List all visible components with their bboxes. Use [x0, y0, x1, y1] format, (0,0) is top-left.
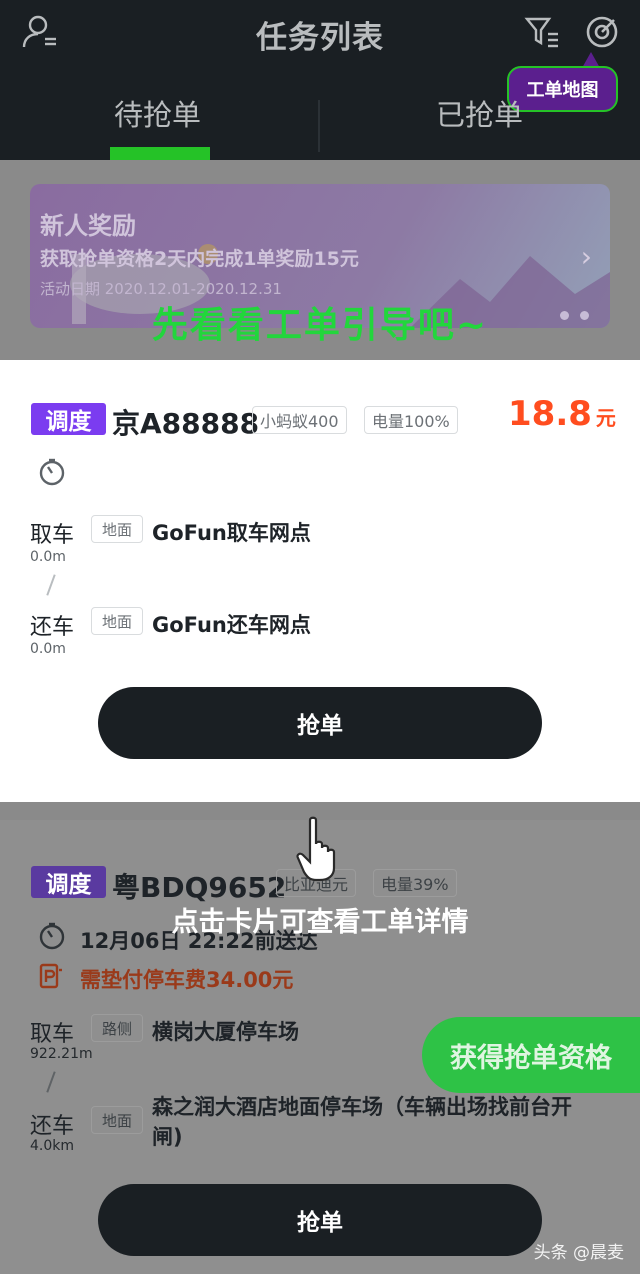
pickup-distance: 922.21m [30, 1046, 93, 1062]
banner-description: 获取抢单资格2天内完成1单奖励15元 [40, 248, 359, 270]
dispatch-tag: 调度 [31, 866, 106, 898]
return-location: 森之润大酒店地面停车场（车辆出场找前台开闸) [152, 1095, 572, 1149]
plate-number: 京A88888 [112, 407, 260, 440]
return-label: 还车 [30, 615, 75, 640]
route-connector [46, 574, 56, 596]
pickup-label: 取车 [30, 1022, 75, 1047]
banner-title: 新人奖励 [40, 212, 136, 240]
grab-order-button[interactable]: 抢单 [98, 687, 542, 759]
tab-divider [318, 100, 320, 152]
battery-chip: 电量39% [373, 869, 457, 897]
route-connector [46, 1071, 56, 1093]
parking-fee-icon [38, 962, 64, 994]
car-model-chip: 小蚂蚁400 [252, 406, 347, 434]
pickup-type-chip: 地面 [91, 515, 143, 543]
work-order-map-tooltip[interactable]: 工单地图 [507, 66, 618, 112]
pickup-label: 取车 [30, 523, 75, 548]
radar-map-icon[interactable] [582, 12, 622, 52]
price-value: 18.8 [508, 394, 592, 434]
tab-pending[interactable]: 待抢单 [114, 92, 201, 134]
pickup-type-chip: 路侧 [91, 1014, 143, 1042]
pickup-distance: 0.0m [30, 549, 66, 565]
battery-chip: 电量100% [364, 406, 458, 434]
return-distance: 4.0km [30, 1138, 75, 1154]
return-label: 还车 [30, 1114, 75, 1139]
return-type-chip: 地面 [91, 1106, 143, 1134]
timer-icon [38, 458, 66, 490]
chevron-right-icon: › [580, 240, 592, 273]
dispatch-tag: 调度 [31, 403, 106, 435]
return-type-chip: 地面 [91, 607, 143, 635]
price: 18.8 元 [508, 394, 616, 434]
pickup-location: 横岗大厦停车场 [152, 1020, 299, 1044]
active-tab-indicator [110, 147, 210, 160]
price-unit: 元 [595, 406, 616, 430]
return-location: GoFun还车网点 [152, 613, 311, 637]
parking-fee-text: 需垫付停车费34.00元 [80, 968, 294, 992]
filter-icon[interactable] [522, 12, 562, 52]
get-qualification-button[interactable]: 获得抢单资格 [422, 1017, 640, 1093]
order-card-highlighted[interactable]: 调度 京A88888 小蚂蚁400 电量100% 18.8 元 取车 0.0m 地… [0, 360, 640, 802]
tab-grabbed[interactable]: 已抢单 [436, 92, 523, 134]
grab-order-button[interactable]: 抢单 [98, 1184, 542, 1256]
watermark: 头条 @晨麦 [533, 1243, 624, 1263]
tap-hand-icon [294, 814, 350, 886]
tap-hint-text: 点击卡片可查看工单详情 [171, 907, 469, 938]
pickup-location: GoFun取车网点 [152, 521, 311, 545]
guide-overlay-text: 先看看工单引导吧~ [151, 305, 489, 346]
return-distance: 0.0m [30, 641, 66, 657]
app-header: 任务列表 工单地图 待抢单 已抢单 [0, 0, 640, 160]
